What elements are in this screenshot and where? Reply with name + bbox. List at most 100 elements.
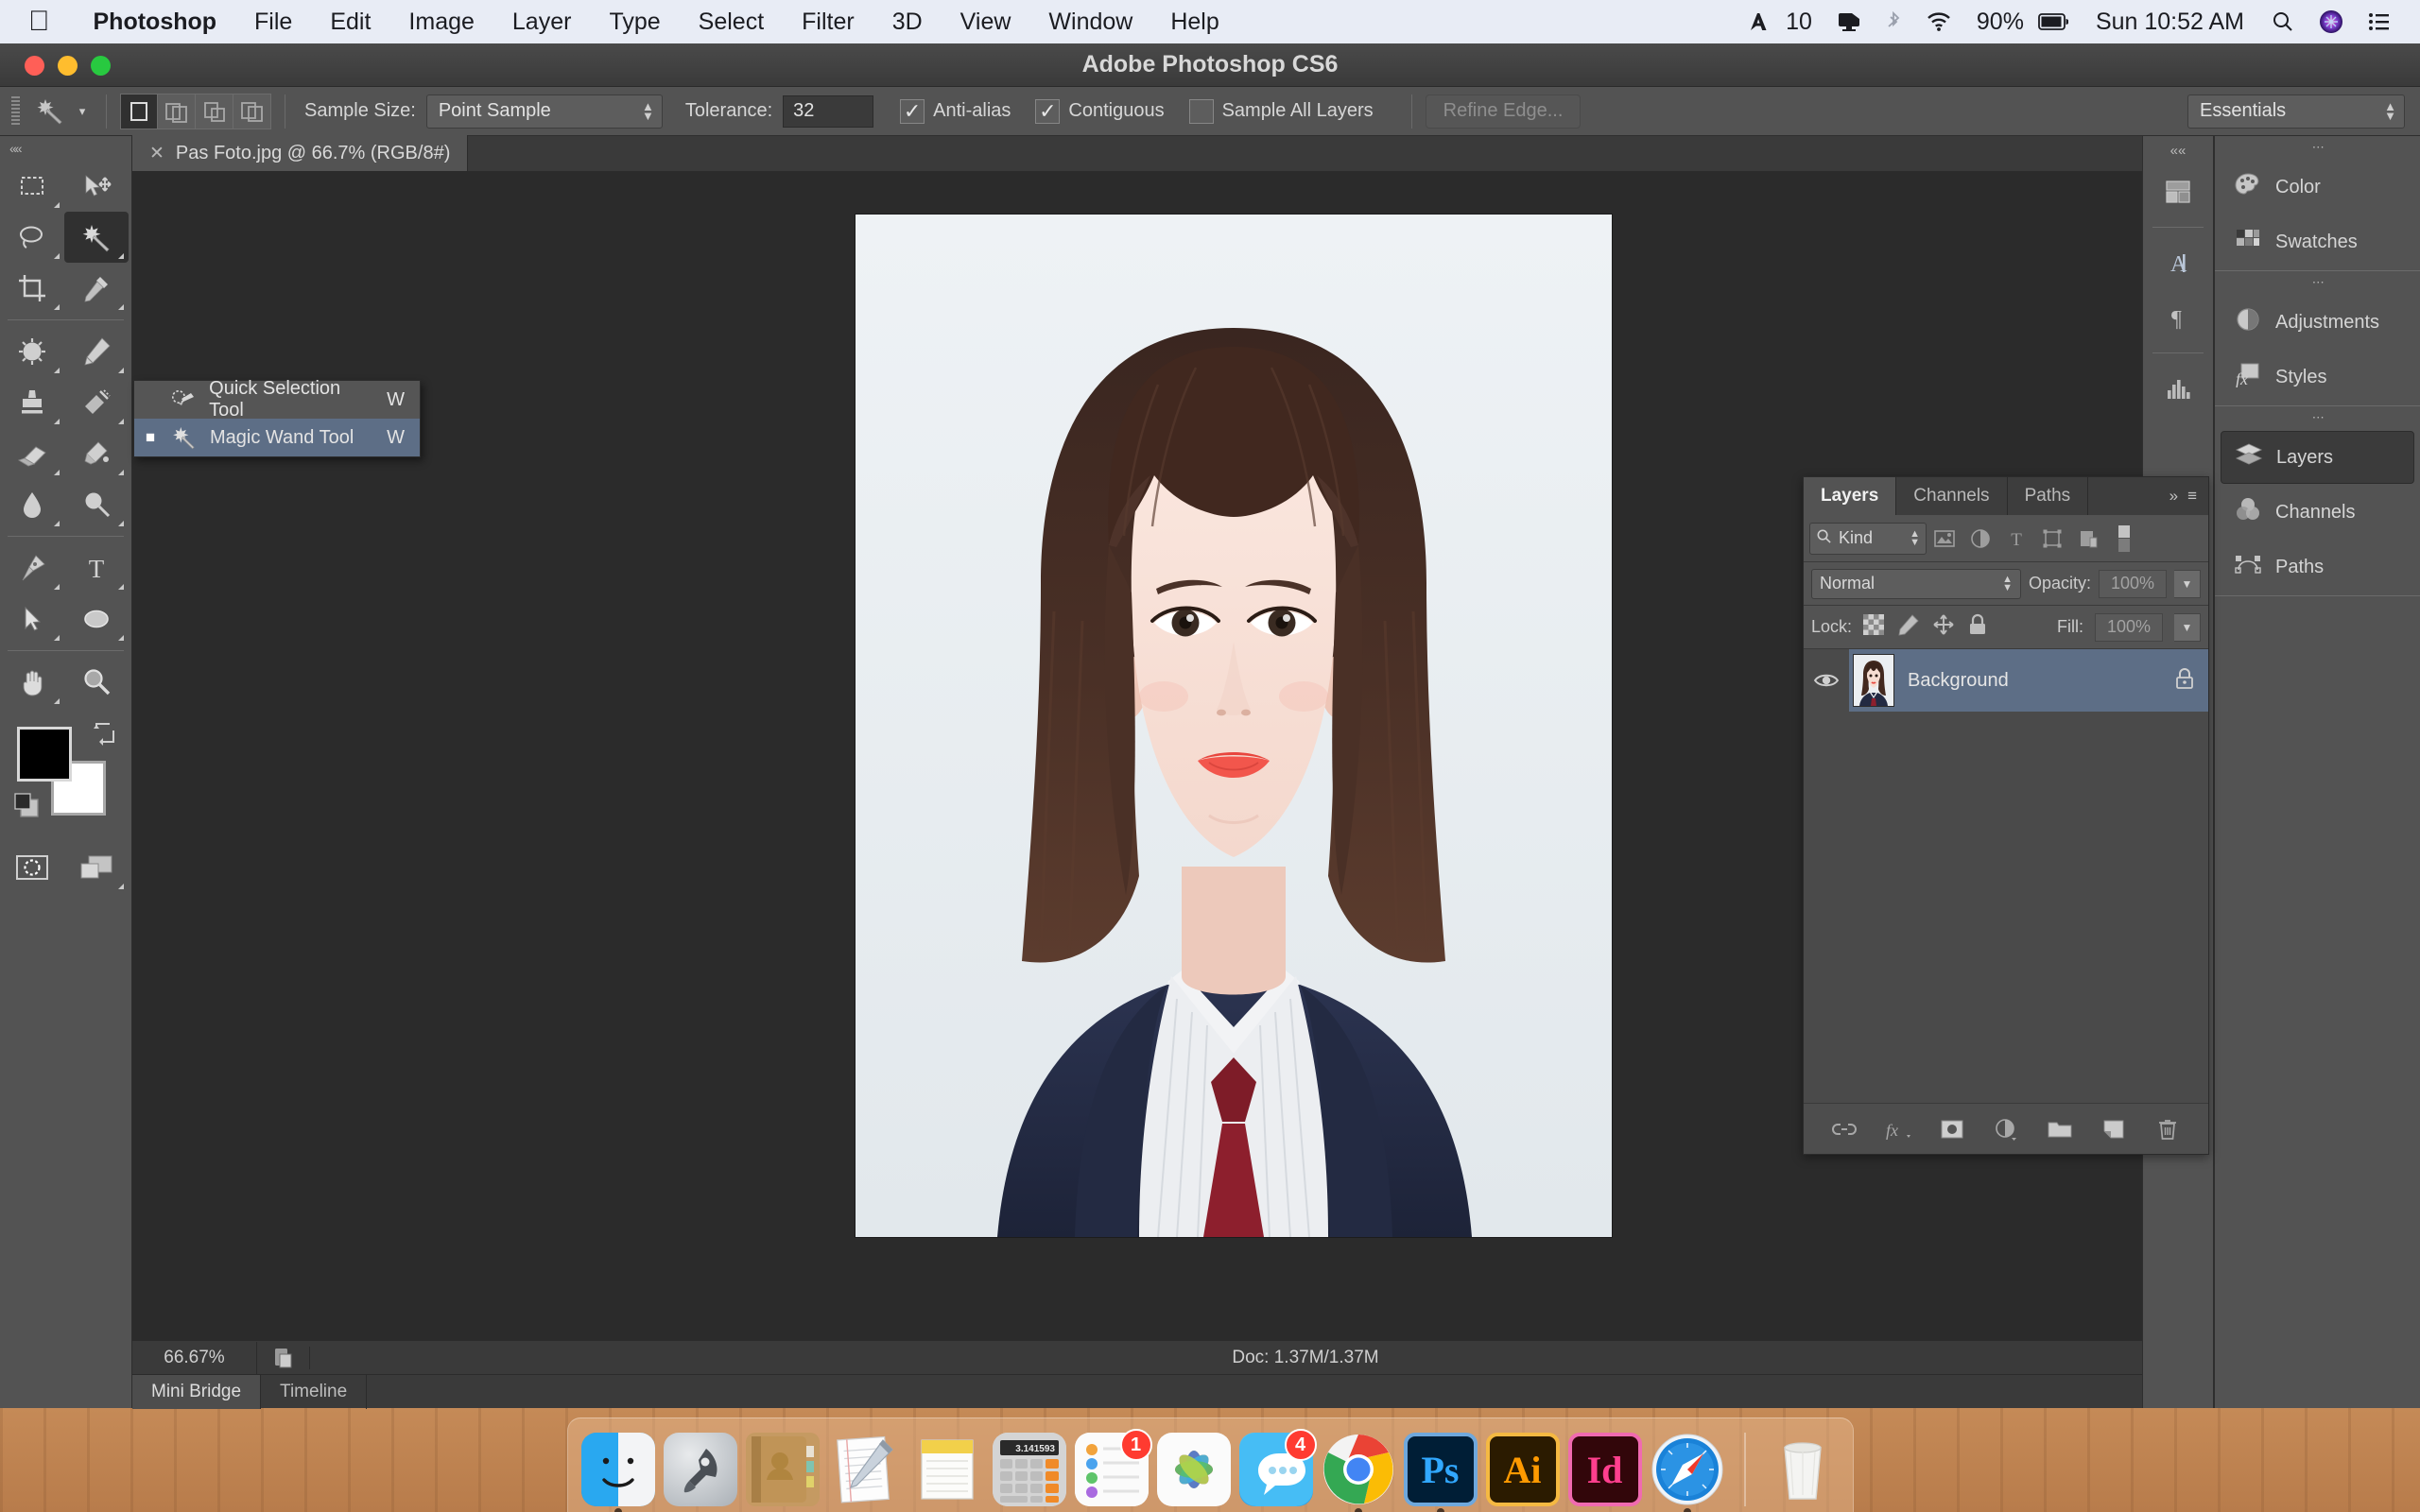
flyout-item-quick-selection-tool[interactable]: Quick Selection Tool W	[134, 381, 420, 419]
dock-item-contacts[interactable]	[746, 1433, 820, 1506]
menu-clock[interactable]: Sun 10:52 AM	[2081, 0, 2259, 43]
gradient-tool[interactable]	[64, 428, 129, 479]
menu-app-name[interactable]: Photoshop	[75, 0, 236, 43]
layer-row-body[interactable]: Background	[1849, 649, 2208, 712]
menu-item-edit[interactable]: Edit	[311, 0, 389, 43]
filter-toggle-icon[interactable]	[2106, 520, 2142, 558]
ellipse-shape-tool[interactable]	[64, 593, 129, 644]
sample-all-layers-checkbox[interactable]: Sample All Layers	[1189, 99, 1374, 124]
spot-healing-brush-tool[interactable]	[0, 326, 64, 377]
panel-button-color[interactable]: Color	[2221, 161, 2414, 214]
layers-list[interactable]: Background	[1804, 649, 2208, 1103]
close-button[interactable]	[25, 56, 44, 76]
panel-button-adjustments[interactable]: Adjustments	[2221, 296, 2414, 349]
menu-item-image[interactable]: Image	[389, 0, 493, 43]
opacity-value[interactable]: 100%	[2099, 570, 2167, 598]
wifi-icon[interactable]	[1913, 11, 1964, 32]
eye-icon[interactable]	[1804, 671, 1849, 690]
clone-stamp-tool[interactable]	[0, 377, 64, 428]
tab-layers[interactable]: Layers	[1804, 477, 1896, 515]
eraser-tool[interactable]	[0, 428, 64, 479]
icon-strip-collapse-icon[interactable]: ««	[2143, 136, 2213, 164]
add-layer-mask-icon[interactable]	[1934, 1111, 1970, 1147]
spotlight-search-icon[interactable]	[2259, 10, 2307, 33]
character-icon[interactable]: A	[2143, 235, 2213, 290]
magic-wand-tool[interactable]	[64, 212, 129, 263]
lock-all-icon[interactable]	[1967, 613, 1988, 641]
dock-item-chrome[interactable]	[1322, 1433, 1395, 1506]
blur-tool[interactable]	[0, 479, 64, 530]
collapse-to-icons-icon[interactable]: »	[2169, 487, 2178, 506]
menu-item-window[interactable]: Window	[1029, 0, 1151, 43]
fill-chevron-down-icon[interactable]: ▼	[2174, 613, 2201, 642]
intersect-with-selection-button[interactable]	[233, 94, 271, 129]
new-selection-button[interactable]	[120, 94, 158, 129]
dock-item-safari[interactable]	[1651, 1433, 1724, 1506]
right-dock-grip-3[interactable]: ⋯	[2215, 406, 2420, 429]
tolerance-input[interactable]: 32	[783, 95, 873, 128]
dock-item-textedit[interactable]	[828, 1433, 902, 1506]
blend-mode-select[interactable]: Normal ▲▼	[1811, 569, 2021, 599]
mini-bridge-icon[interactable]	[2143, 164, 2213, 219]
dock-item-reminders[interactable]: 1	[1075, 1433, 1149, 1506]
zoom-tool[interactable]	[64, 657, 129, 708]
add-to-selection-button[interactable]	[158, 94, 196, 129]
rectangular-marquee-tool[interactable]	[0, 161, 64, 212]
fill-value[interactable]: 100%	[2095, 613, 2163, 642]
menu-item-3d[interactable]: 3D	[873, 0, 942, 43]
workspace-select[interactable]: Essentials ▲▼	[2187, 94, 2405, 129]
history-brush-tool[interactable]	[64, 377, 129, 428]
toolbar-collapse-icon[interactable]: ««	[0, 136, 131, 161]
tab-channels[interactable]: Channels	[1896, 477, 2007, 515]
dock-item-indesign[interactable]: Id	[1568, 1433, 1642, 1506]
lasso-tool[interactable]	[0, 212, 64, 263]
bluetooth-icon[interactable]	[1874, 10, 1913, 33]
dock-item-photos[interactable]	[1157, 1433, 1231, 1506]
anti-alias-checkbox[interactable]: ✓ Anti-alias	[900, 99, 1011, 124]
sample-size-select[interactable]: Point Sample ▲▼	[426, 94, 663, 129]
link-layers-icon[interactable]	[1826, 1111, 1862, 1147]
default-colors-icon[interactable]	[11, 790, 43, 827]
opacity-chevron-down-icon[interactable]: ▼	[2174, 570, 2201, 598]
layer-row-background[interactable]: Background	[1804, 649, 2208, 712]
menu-item-layer[interactable]: Layer	[493, 0, 591, 43]
filter-shape-icon[interactable]	[2034, 520, 2070, 558]
panel-menu-icon[interactable]: ≡	[2187, 487, 2197, 506]
tool-preset-chevron-down-icon[interactable]: ▾	[72, 104, 93, 119]
document-info-text[interactable]: Doc: 1.37M/1.37M	[310, 1348, 2301, 1368]
delete-layer-icon[interactable]	[2150, 1111, 2186, 1147]
document-proxy-icon[interactable]	[257, 1347, 310, 1369]
filter-pixel-icon[interactable]	[1927, 520, 1962, 558]
dock-item-stickies[interactable]	[910, 1433, 984, 1506]
type-tool[interactable]: T	[64, 542, 129, 593]
lock-position-icon[interactable]	[1931, 613, 1956, 641]
document-tab[interactable]: ✕ Pas Foto.jpg @ 66.7% (RGB/8#)	[132, 135, 468, 171]
dock-item-messages[interactable]: 4	[1239, 1433, 1313, 1506]
move-tool[interactable]	[64, 161, 129, 212]
layer-thumbnail[interactable]	[1853, 654, 1894, 707]
zoom-level-field[interactable]: 66.67%	[132, 1342, 257, 1374]
panel-button-swatches[interactable]: Swatches	[2221, 215, 2414, 268]
right-dock-grip[interactable]: ⋯	[2215, 136, 2420, 159]
adobe-cc-icon[interactable]	[1735, 10, 1782, 33]
lock-image-pixels-icon[interactable]	[1895, 613, 1920, 641]
panel-button-channels[interactable]: Channels	[2221, 486, 2414, 539]
refine-edge-button[interactable]: Refine Edge...	[1426, 94, 1582, 129]
paragraph-icon[interactable]: ¶	[2143, 290, 2213, 345]
menu-item-help[interactable]: Help	[1151, 0, 1237, 43]
subtract-from-selection-button[interactable]	[196, 94, 233, 129]
contiguous-checkbox[interactable]: ✓ Contiguous	[1035, 99, 1164, 124]
dock-item-illustrator[interactable]: Ai	[1486, 1433, 1560, 1506]
menu-item-view[interactable]: View	[942, 0, 1030, 43]
new-group-icon[interactable]	[2042, 1111, 2078, 1147]
dock-item-photoshop[interactable]: Ps	[1404, 1433, 1478, 1506]
tab-timeline[interactable]: Timeline	[261, 1375, 367, 1409]
filter-adjustment-icon[interactable]	[1962, 520, 1998, 558]
flyout-item-magic-wand-tool[interactable]: ■ Magic Wand Tool W	[134, 419, 420, 456]
siri-icon[interactable]	[2307, 9, 2356, 34]
dock-item-calculator[interactable]: 3.141593	[993, 1433, 1066, 1506]
quick-mask-mode-button[interactable]	[0, 842, 64, 893]
apple-icon[interactable]: 	[0, 1, 75, 43]
panel-button-styles[interactable]: fx Styles	[2221, 351, 2414, 404]
dock-item-trash[interactable]	[1766, 1433, 1840, 1506]
